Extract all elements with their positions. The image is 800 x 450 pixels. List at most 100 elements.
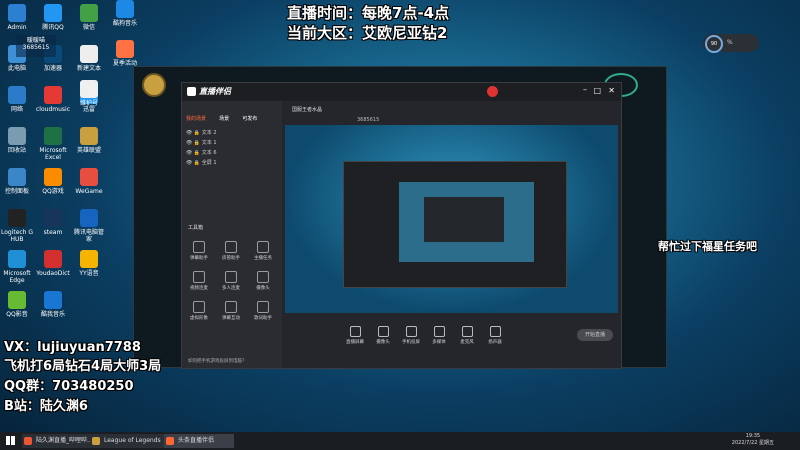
minimize-icon[interactable]: – xyxy=(583,85,587,94)
desktop-icon[interactable]: steam xyxy=(36,209,70,236)
tab-publish[interactable]: 可发布 xyxy=(242,116,257,122)
close-icon[interactable]: ✕ xyxy=(608,86,615,95)
tool-icon xyxy=(225,271,237,283)
tool-button[interactable]: 虚拟形象 xyxy=(186,301,212,321)
app-icon xyxy=(8,127,26,145)
tool-button[interactable]: 视频连麦 xyxy=(186,271,212,291)
clock[interactable]: 19:35 2022/7/22 星期五 xyxy=(732,433,774,446)
tab-scenes[interactable]: 场景 xyxy=(219,116,229,122)
windows-start-icon[interactable] xyxy=(6,436,15,445)
performance-widget[interactable]: 90 % xyxy=(703,34,759,53)
desktop-icon[interactable]: 网络 xyxy=(0,86,34,113)
desktop-icon[interactable]: 夏季活动 xyxy=(108,40,142,67)
bottom-tool-button[interactable]: 多媒体 xyxy=(424,326,454,345)
desktop-icon-label: 腾讯QQ xyxy=(42,24,64,31)
tab-my-scenes[interactable]: 我的场景 xyxy=(186,116,206,122)
app-icon xyxy=(44,168,62,186)
desktop-icon[interactable]: Admin xyxy=(0,4,34,31)
tool-button[interactable]: 弹幕助手 xyxy=(186,241,212,261)
desktop-icon-label: cloudmusic xyxy=(36,106,70,113)
tool-icon xyxy=(193,271,205,283)
taskbar-item[interactable]: 头条直播伴侣 xyxy=(164,434,234,448)
desktop-icon[interactable]: 英雄联盟 xyxy=(72,127,106,154)
tool-label: 歌词助手 xyxy=(254,316,272,321)
app-icon xyxy=(80,45,98,63)
desktop-icon[interactable]: YoudaoDict xyxy=(36,250,70,277)
tool-label: 弹幕助手 xyxy=(190,256,208,261)
taskbar-item[interactable]: 陆久渊直播_哔哩哔... xyxy=(22,434,98,448)
desktop-icon[interactable]: Logitech G HUB xyxy=(0,209,34,243)
desktop-icon-label: 此电脑 xyxy=(7,65,26,72)
source-item[interactable]: 👁 🔒 全屏 1 xyxy=(182,158,282,168)
tool-button[interactable]: 摄像头 xyxy=(250,271,276,291)
contact-line: QQ群：703480250 xyxy=(4,379,134,394)
app-icon xyxy=(116,40,134,58)
desktop-icon[interactable]: 腾讯电脑管家 xyxy=(72,209,106,243)
stream-title[interactable]: 国服王者水晶 xyxy=(292,106,322,113)
streaming-app-window[interactable]: 直播伴侣 ✕ □ – 我的场景 场景 可发布 👁 🔒 文本 2 👁 🔒 文本 1… xyxy=(181,82,622,369)
app-logo-icon xyxy=(187,87,196,96)
app-icon xyxy=(44,127,62,145)
contact-line: VX：lujiuyuan7788 xyxy=(4,340,141,355)
bottom-tool-button[interactable]: 手机投屏 xyxy=(396,326,426,345)
bottom-tool-label: 麦克风 xyxy=(460,340,474,345)
tool-button[interactable]: 弹幕互动 xyxy=(218,301,244,321)
tool-label: 主播任务 xyxy=(254,256,272,261)
desktop-icon[interactable]: Microsoft Excel xyxy=(36,127,70,161)
clock-date: 2022/7/22 星期五 xyxy=(731,440,774,446)
desktop-icon[interactable]: 回收站 xyxy=(0,127,34,154)
scene-tabs: 我的场景 场景 可发布 xyxy=(182,101,282,128)
taskbar-item[interactable]: League of Legends xyxy=(90,434,172,448)
desktop-icon[interactable]: 维护号 xyxy=(72,80,106,107)
desktop-icon[interactable]: 控制面板 xyxy=(0,168,34,195)
server-region-text: 当前大区：艾欧尼亚钻2 xyxy=(287,24,448,42)
bottom-tool-icon xyxy=(433,326,445,337)
tool-label: 弹幕互动 xyxy=(222,316,240,321)
maximize-icon[interactable]: □ xyxy=(593,86,601,95)
bottom-tool-button[interactable]: 直播屏幕 xyxy=(340,326,370,345)
nested-preview-window xyxy=(343,161,567,288)
app-icon xyxy=(116,0,134,18)
bottom-tool-label: 摄像头 xyxy=(376,340,390,345)
desktop-icon-label: 腾讯电脑管家 xyxy=(73,229,104,243)
tool-button[interactable]: 多人连麦 xyxy=(218,271,244,291)
tool-button[interactable]: 主播任务 xyxy=(250,241,276,261)
desktop-icon[interactable]: 新建文本 xyxy=(72,45,106,72)
tool-button[interactable]: 歌词助手 xyxy=(250,301,276,321)
desktop-icon[interactable]: QQ游戏 xyxy=(36,168,70,195)
stream-preview[interactable] xyxy=(285,125,618,313)
bottom-tool-icon xyxy=(489,326,501,337)
source-item[interactable]: 👁 🔒 文本 2 xyxy=(182,128,282,138)
app-icon xyxy=(8,86,26,104)
desktop-icon[interactable]: 微信 xyxy=(72,4,106,31)
avatar[interactable] xyxy=(487,86,498,97)
tool-icon xyxy=(257,301,269,313)
tool-label: 摄像头 xyxy=(256,286,270,291)
desktop-icon-label: Microsoft Edge xyxy=(3,270,31,284)
user-badge-name: 暖暖喵 xyxy=(26,37,45,44)
source-item[interactable]: 👁 🔒 文本 6 xyxy=(182,148,282,158)
bottom-tool-button[interactable]: 摄像头 xyxy=(368,326,398,345)
tool-icon xyxy=(193,241,205,253)
footer-hint[interactable]: 如何把手机游戏投屏到电脑? xyxy=(188,358,244,364)
source-item[interactable]: 👁 🔒 文本 1 xyxy=(182,138,282,148)
side-overlay-text: 帮忙过下福星任务吧 xyxy=(658,240,757,253)
desktop-icon[interactable]: YY语音 xyxy=(72,250,106,277)
bottom-tool-button[interactable]: 麦克风 xyxy=(452,326,482,345)
desktop-icon[interactable]: 酷狗音乐 xyxy=(108,0,142,27)
gauge-icon: 90 xyxy=(705,35,723,53)
bottom-tool-button[interactable]: 扬声器 xyxy=(480,326,510,345)
app-icon xyxy=(44,209,62,227)
desktop-icon[interactable]: cloudmusic xyxy=(36,86,70,113)
desktop-icon[interactable]: 酷我音乐 xyxy=(36,291,70,318)
start-stream-button[interactable]: 开始直播 xyxy=(577,329,613,341)
app-icon xyxy=(8,291,26,309)
tool-button[interactable]: 房管助手 xyxy=(218,241,244,261)
desktop-icon[interactable]: Microsoft Edge xyxy=(0,250,34,284)
desktop-icon[interactable]: 腾讯QQ xyxy=(36,4,70,31)
app-icon xyxy=(80,168,98,186)
bottom-tool-label: 手机投屏 xyxy=(402,340,420,345)
desktop-icon[interactable]: WeGame xyxy=(72,168,106,195)
desktop-icon[interactable]: QQ影音 xyxy=(0,291,34,318)
app-icon xyxy=(80,80,98,98)
